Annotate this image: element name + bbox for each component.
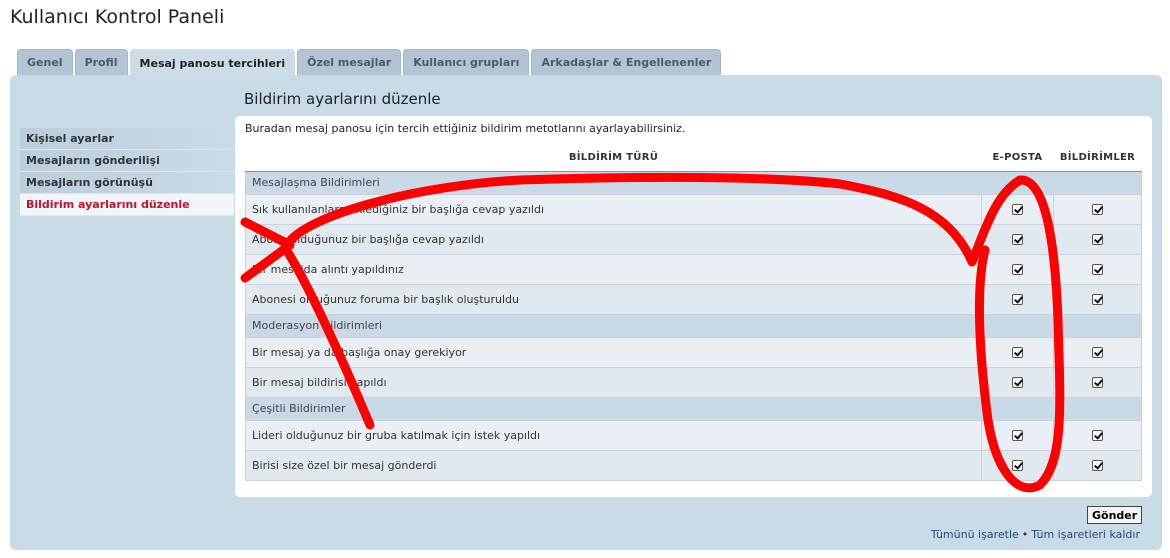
email-checkbox[interactable] [1012,460,1023,471]
table-header-row: BİLDİRİM TÜRÜ E-POSTA BİLDİRİMLER [245,145,1142,172]
category-label: Moderasyon Bildirimleri [245,313,1142,338]
tab-profile[interactable]: Profil [74,49,128,75]
notify-cell [1053,283,1142,315]
email-cell [981,283,1054,315]
row-label: Lideri olduğunuz bir gruba katılmak için… [245,419,982,451]
mark-all-link[interactable]: Tümünü işaretle [931,528,1019,541]
sidebar-item-posting[interactable]: Mesajların gönderilişi [20,150,234,172]
table-row: Abonesi olduğunuz foruma bir başlık oluş… [245,283,1142,315]
row-label: Birisi size özel bir mesaj gönderdi [245,449,982,481]
email-checkbox[interactable] [1012,377,1023,388]
table-row: Birisi size özel bir mesaj gönderdi [245,449,1142,481]
row-label: Bir mesajda alıntı yapıldınız [245,253,982,285]
sidebar-item-personal-settings[interactable]: Kişisel ayarlar [20,128,234,150]
notify-checkbox[interactable] [1092,294,1103,305]
notify-checkbox[interactable] [1092,460,1103,471]
notify-cell [1053,193,1142,225]
email-cell [981,449,1054,481]
table-row: Bir mesaj bildirisi yapıldı [245,366,1142,398]
tab-friends-foes[interactable]: Arkadaşlar & Engellenenler [531,49,722,75]
email-checkbox[interactable] [1012,234,1023,245]
submit-button[interactable]: Gönder [1087,506,1143,524]
row-label: Abonesi olduğunuz foruma bir başlık oluş… [245,283,982,315]
table-row: Bir mesaj ya da başlığa onay gerekiyor [245,336,1142,368]
column-header-type: BİLDİRİM TÜRÜ [245,145,982,172]
intro-text: Buradan mesaj panosu için tercih ettiğin… [245,122,686,135]
column-header-notifications: BİLDİRİMLER [1053,145,1142,172]
table-row: Abone olduğunuz bir başlığa cevap yazıld… [245,223,1142,255]
notify-cell [1053,253,1142,285]
notify-checkbox[interactable] [1092,234,1103,245]
tab-user-groups[interactable]: Kullanıcı grupları [403,49,530,75]
page-title: Kullanıcı Kontrol Paneli [10,6,225,28]
table-row: Sık kullanılanlara eklediğiniz bir başlı… [245,193,1142,225]
email-checkbox[interactable] [1012,347,1023,358]
category-label: Çeşitli Bildirimler [245,396,1142,421]
notify-checkbox[interactable] [1092,347,1103,358]
notify-cell [1053,336,1142,368]
row-label: Bir mesaj ya da başlığa onay gerekiyor [245,336,982,368]
email-checkbox[interactable] [1012,430,1023,441]
email-cell [981,336,1054,368]
email-cell [981,223,1054,255]
notify-cell [1053,223,1142,255]
mark-links: Tümünü işaretle • Tüm işaretleri kaldır [931,528,1140,541]
notify-checkbox[interactable] [1092,204,1103,215]
sidebar-item-viewing[interactable]: Mesajların görünüşü [20,172,234,194]
category-label: Mesajlaşma Bildirimleri [245,170,1142,195]
tab-bar: Genel Profil Mesaj panosu tercihleri Öze… [17,49,722,76]
notify-checkbox[interactable] [1092,264,1103,275]
table-row: Lideri olduğunuz bir gruba katılmak için… [245,419,1142,451]
notify-checkbox[interactable] [1092,377,1103,388]
email-cell [981,193,1054,225]
sidebar: Kişisel ayarlar Mesajların gönderilişi M… [20,128,234,216]
tab-general[interactable]: Genel [17,49,73,75]
row-label: Sık kullanılanlara eklediğiniz bir başlı… [245,193,982,225]
unmark-all-link[interactable]: Tüm işaretleri kaldır [1031,528,1140,541]
email-checkbox[interactable] [1012,264,1023,275]
email-cell [981,253,1054,285]
notify-cell [1053,419,1142,451]
column-header-email: E-POSTA [981,145,1054,172]
sidebar-item-notification-settings[interactable]: Bildirim ayarlarını düzenle [20,194,234,216]
row-label: Bir mesaj bildirisi yapıldı [245,366,982,398]
tab-board-preferences[interactable]: Mesaj panosu tercihleri [129,49,296,76]
category-row: Moderasyon Bildirimleri [245,313,1142,338]
notify-cell [1053,449,1142,481]
email-cell [981,419,1054,451]
content-box: Buradan mesaj panosu için tercih ettiğin… [235,116,1152,497]
row-label: Abone olduğunuz bir başlığa cevap yazıld… [245,223,982,255]
email-checkbox[interactable] [1012,204,1023,215]
notification-table: BİLDİRİM TÜRÜ E-POSTA BİLDİRİMLER Mesajl… [245,145,1142,481]
table-row: Bir mesajda alıntı yapıldınız [245,253,1142,285]
tab-private-messages[interactable]: Özel mesajlar [297,49,402,75]
section-title: Bildirim ayarlarını düzenle [244,90,441,108]
email-cell [981,366,1054,398]
category-row: Mesajlaşma Bildirimleri [245,170,1142,195]
link-separator: • [1021,528,1029,541]
email-checkbox[interactable] [1012,294,1023,305]
category-row: Çeşitli Bildirimler [245,396,1142,421]
notify-checkbox[interactable] [1092,430,1103,441]
notify-cell [1053,366,1142,398]
